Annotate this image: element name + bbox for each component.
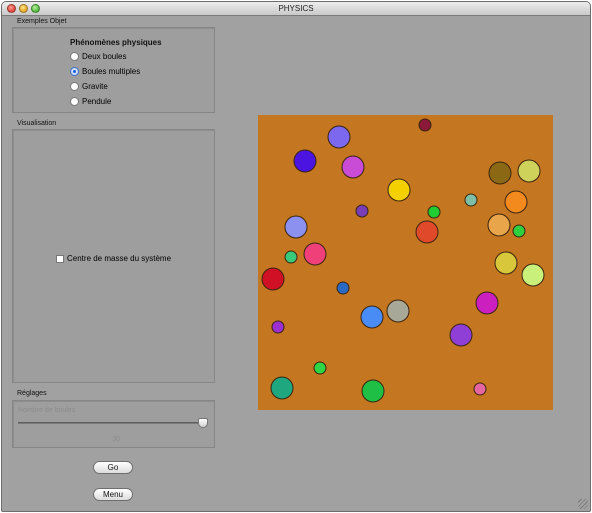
phenomena-heading: Phénomènes physiques — [70, 38, 162, 47]
ball-6 — [517, 159, 541, 183]
ball-18 — [494, 251, 518, 275]
ball-23 — [360, 305, 384, 329]
radio-button-selected[interactable] — [70, 67, 79, 76]
ball-7 — [387, 178, 411, 202]
ball-20 — [261, 267, 285, 291]
ball-8 — [504, 190, 528, 214]
examples-group-label: Exemples Objet — [17, 18, 67, 25]
ball-28 — [270, 376, 294, 400]
menu-button[interactable]: Menu — [93, 488, 133, 501]
radio-option-pendule[interactable]: Pendule — [70, 97, 111, 106]
ball-5 — [488, 161, 512, 185]
simulation-balls — [261, 118, 545, 403]
visualisation-group-label: Visualisation — [17, 120, 57, 127]
ball-4 — [341, 155, 365, 179]
radio-button[interactable] — [70, 82, 79, 91]
ball-24 — [386, 299, 410, 323]
ball-21 — [336, 281, 350, 295]
window-title: PHYSICS — [278, 4, 314, 13]
center-of-mass-checkbox[interactable] — [56, 254, 64, 263]
ball-15 — [415, 220, 439, 244]
ball-30 — [473, 382, 487, 396]
radio-button[interactable] — [70, 52, 79, 61]
radio-label: Boules multiples — [82, 67, 141, 76]
radio-option-deux-boules[interactable]: Deux boules — [70, 52, 126, 61]
ball-17 — [303, 242, 327, 266]
radio-label: Gravite — [82, 82, 108, 91]
center-of-mass-option[interactable]: Centre de masse du système — [56, 254, 171, 263]
ball-13 — [487, 213, 511, 237]
ball-2 — [418, 118, 432, 132]
ball-count-slider-track[interactable] — [18, 422, 208, 424]
ball-1 — [327, 125, 351, 149]
radio-option-gravite[interactable]: Gravite — [70, 82, 108, 91]
radio-label: Deux boules — [82, 52, 127, 61]
reglages-group-label: Réglages — [17, 390, 47, 397]
ball-12 — [284, 215, 308, 239]
ball-25 — [271, 320, 285, 334]
ball-19 — [521, 263, 545, 287]
ball-count-slider-thumb[interactable] — [198, 418, 208, 428]
ball-count-label: Nombre de boules — [18, 407, 76, 414]
ball-14 — [512, 224, 526, 238]
radio-button[interactable] — [70, 97, 79, 106]
title-bar[interactable]: PHYSICS — [2, 2, 590, 16]
ball-10 — [355, 204, 369, 218]
ball-9 — [464, 193, 478, 207]
simulation-canvas[interactable] — [258, 115, 553, 410]
ball-27 — [313, 361, 327, 375]
ball-count-value: 30 — [112, 436, 120, 443]
ball-16 — [284, 250, 298, 264]
go-button[interactable]: Go — [93, 461, 133, 474]
ball-26 — [449, 323, 473, 347]
radio-option-boules-multiples[interactable]: Boules multiples — [70, 67, 140, 76]
radio-label: Pendule — [82, 97, 112, 106]
ball-11 — [427, 205, 441, 219]
resize-grip-icon[interactable] — [578, 499, 588, 509]
app-window: PHYSICS Exemples Objet Phénomènes physiq… — [1, 1, 591, 512]
ball-29 — [361, 379, 385, 403]
center-of-mass-label: Centre de masse du système — [67, 254, 172, 263]
ball-22 — [475, 291, 499, 315]
ball-3 — [293, 149, 317, 173]
